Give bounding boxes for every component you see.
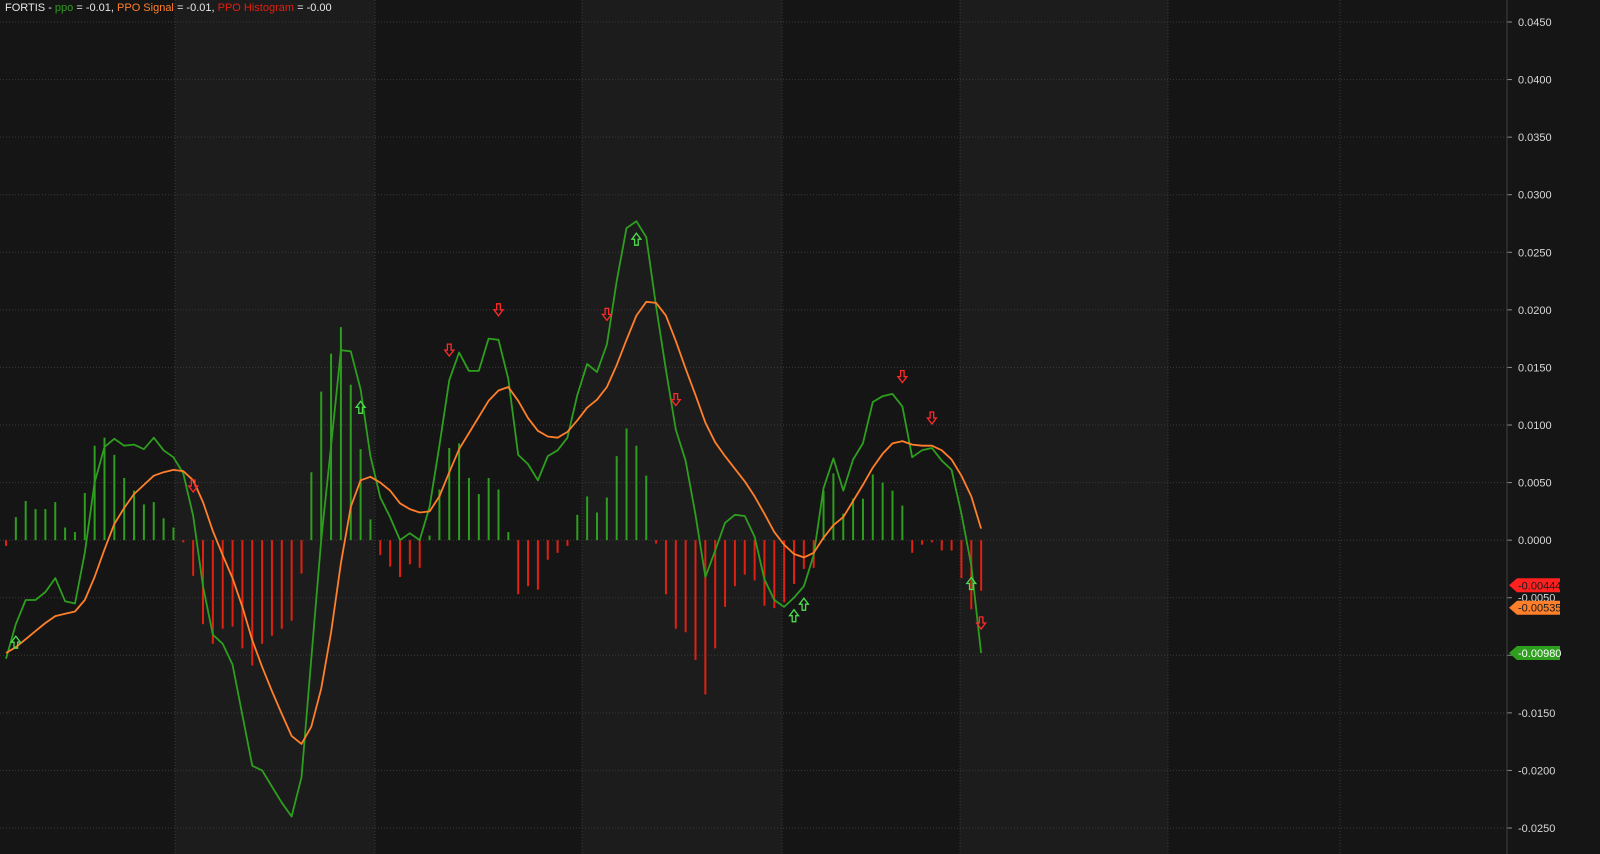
- sell-arrow-icon: [443, 343, 456, 358]
- legend-dash: -: [45, 2, 55, 14]
- legend-signal-name: PPO Signal: [117, 2, 174, 14]
- sell-arrow-icon: [896, 369, 909, 384]
- signal-line: [5, 300, 982, 745]
- y-axis-tick-label: 0.0000: [1518, 535, 1552, 547]
- background-band: [960, 0, 1168, 854]
- legend-hist-name: PPO Histogram: [217, 2, 295, 14]
- y-axis-tick-label: 0.0050: [1518, 478, 1552, 490]
- price-tag-label: -0.00535: [1518, 603, 1561, 615]
- y-axis-tick-label: 0.0450: [1518, 17, 1552, 29]
- y-axis-tick-label: -0.0250: [1518, 823, 1555, 835]
- axis-price-tag: -0.00444: [1509, 578, 1561, 593]
- legend-hist-value: = -0.00: [294, 2, 332, 14]
- y-axis-tick-label: 0.0250: [1518, 247, 1552, 259]
- y-axis-tick-label: 0.0400: [1518, 75, 1552, 87]
- legend-symbol: FORTIS: [5, 2, 46, 14]
- legend-ppo-name: ppo: [54, 2, 74, 14]
- buy-arrow-shape: [798, 597, 810, 611]
- chart-window[interactable]: FORTIS - ppo = -0.01, PPO Signal = -0.01…: [0, 0, 1600, 854]
- y-axis-tick-label: 0.0350: [1518, 132, 1552, 144]
- background-band: [175, 0, 375, 854]
- sell-arrow-icon: [926, 411, 938, 426]
- axis-price-tag: -0.00535: [1509, 600, 1561, 615]
- y-axis-tick-label: 0.0100: [1518, 420, 1552, 432]
- buy-arrow-icon: [798, 597, 810, 611]
- ppo-chart[interactable]: 0.0450 0.0400 0.0350 0.0300 0.0250 0.0200 0.01…: [0, 0, 1600, 854]
- legend-ppo-value: = -0.01,: [73, 2, 118, 14]
- axis-price-tag: -0.00980: [1509, 645, 1561, 660]
- sell-arrow-shape: [896, 369, 909, 384]
- ppo-line: [5, 220, 982, 818]
- sell-arrow-shape: [926, 411, 938, 426]
- chart-legend: FORTIS - ppo = -0.01, PPO Signal = -0.01…: [5, 2, 332, 14]
- buy-arrow-shape: [788, 608, 800, 623]
- price-tag-label: -0.00980: [1518, 648, 1561, 660]
- legend-signal-value: = -0.01,: [173, 2, 218, 14]
- y-axis-tick-label: -0.0150: [1518, 708, 1555, 720]
- y-axis-tick-label: 0.0300: [1518, 190, 1552, 202]
- y-axis-tick-label: -0.0200: [1518, 765, 1555, 777]
- y-axis-tick-label: 0.0150: [1518, 362, 1552, 374]
- background-band: [582, 0, 782, 854]
- sell-arrow-shape: [443, 343, 456, 358]
- price-tag-label: -0.00444: [1518, 580, 1561, 592]
- buy-arrow-icon: [788, 608, 800, 623]
- y-axis-tick-label: 0.0200: [1518, 305, 1552, 317]
